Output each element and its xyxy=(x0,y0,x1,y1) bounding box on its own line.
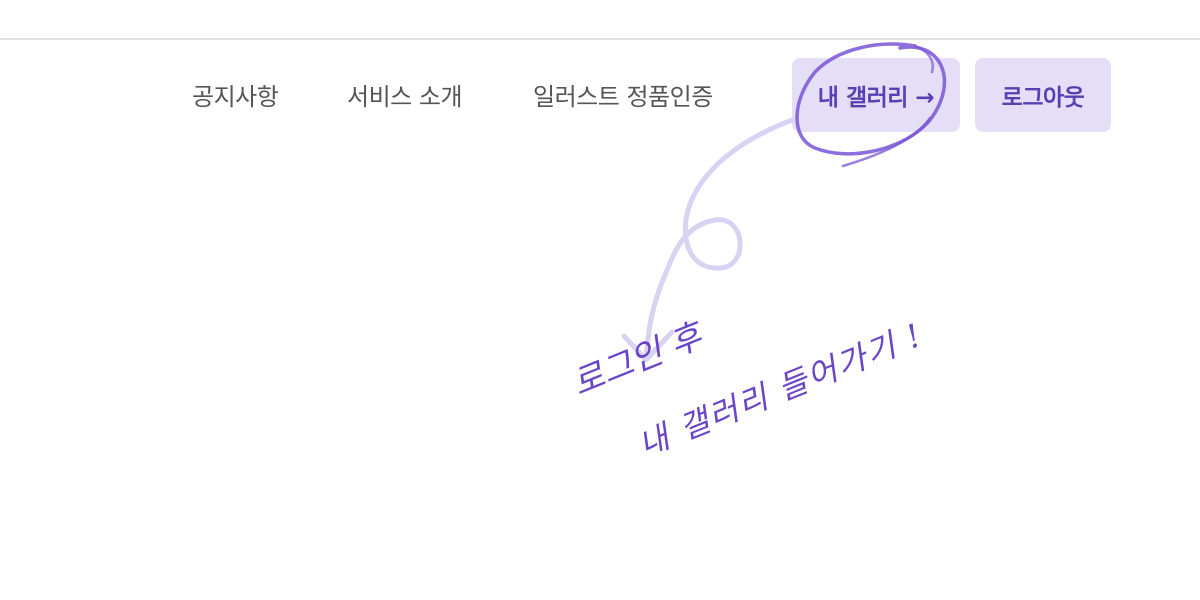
nav-link-notice[interactable]: 공지사항 xyxy=(192,77,279,112)
annotation-line-1: 로그인 후 xyxy=(566,316,708,405)
header-divider xyxy=(0,38,1200,40)
nav-link-illust-verify[interactable]: 일러스트 정품인증 xyxy=(533,77,713,112)
top-nav: 공지사항 서비스 소개 일러스트 정품인증 내 갤러리 → 로그아웃 xyxy=(0,58,1200,132)
logout-button[interactable]: 로그아웃 xyxy=(975,58,1111,132)
my-gallery-button[interactable]: 내 갤러리 → xyxy=(792,58,960,132)
page: 공지사항 서비스 소개 일러스트 정품인증 내 갤러리 → 로그아웃 로그인 후… xyxy=(0,0,1200,600)
nav-link-service-intro[interactable]: 서비스 소개 xyxy=(347,77,463,112)
